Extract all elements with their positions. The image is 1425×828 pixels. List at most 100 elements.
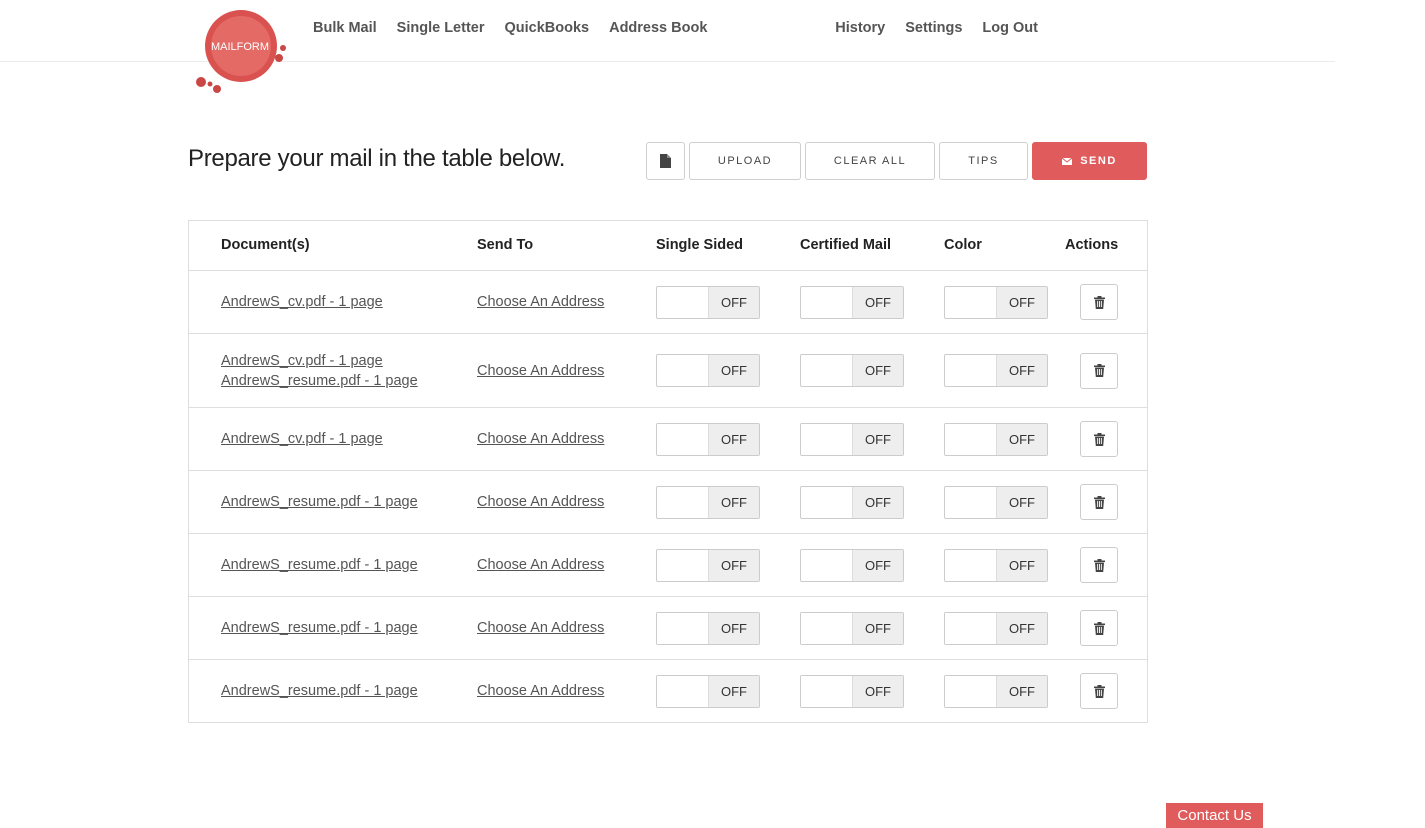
- header-send-to: Send To: [477, 237, 534, 253]
- trash-icon: [1093, 364, 1105, 377]
- choose-address-link[interactable]: Choose An Address: [477, 431, 604, 447]
- single-sided-toggle[interactable]: OFF: [656, 674, 760, 708]
- toggle-state: OFF: [853, 612, 903, 644]
- send-to-cell: Choose An Address: [477, 271, 604, 333]
- documents-cell: AndrewS_resume.pdf - 1 page: [221, 471, 418, 533]
- mailform-logo[interactable]: MAILFORM: [193, 4, 291, 96]
- document-link[interactable]: AndrewS_cv.pdf - 1 page: [221, 294, 383, 310]
- toggle-state: OFF: [853, 423, 903, 455]
- color-toggle[interactable]: OFF: [944, 674, 1048, 708]
- toggle-state: OFF: [997, 355, 1047, 386]
- upload-button[interactable]: UPLOAD: [689, 142, 801, 180]
- table-row: AndrewS_resume.pdf - 1 page Choose An Ad…: [189, 660, 1147, 722]
- document-link[interactable]: AndrewS_resume.pdf - 1 page: [221, 557, 418, 573]
- toggle-knob: [801, 355, 853, 386]
- color-toggle[interactable]: OFF: [944, 285, 1048, 319]
- single-sided-toggle[interactable]: OFF: [656, 285, 760, 319]
- nav-history[interactable]: History: [835, 20, 885, 36]
- document-link[interactable]: AndrewS_cv.pdf - 1 page: [221, 353, 383, 369]
- single-sided-toggle[interactable]: OFF: [656, 611, 760, 645]
- mail-table: Document(s) Send To Single Sided Certifi…: [188, 220, 1148, 723]
- document-link[interactable]: AndrewS_resume.pdf - 1 page: [221, 683, 418, 699]
- certified-mail-toggle[interactable]: OFF: [800, 485, 904, 519]
- nav-log-out[interactable]: Log Out: [982, 20, 1038, 36]
- send-button[interactable]: SEND: [1032, 142, 1147, 180]
- delete-row-button[interactable]: [1080, 547, 1118, 583]
- color-toggle[interactable]: OFF: [944, 548, 1048, 582]
- toggle-state: OFF: [709, 549, 759, 581]
- document-link[interactable]: AndrewS_resume.pdf - 1 page: [221, 494, 418, 510]
- toggle-knob: [801, 549, 853, 581]
- documents-cell: AndrewS_cv.pdf - 1 page: [221, 408, 383, 470]
- delete-row-button[interactable]: [1080, 610, 1118, 646]
- document-link[interactable]: AndrewS_cv.pdf - 1 page: [221, 431, 383, 447]
- nav-quickbooks[interactable]: QuickBooks: [504, 20, 589, 36]
- certified-mail-toggle[interactable]: OFF: [800, 611, 904, 645]
- toggle-knob: [801, 612, 853, 644]
- certified-mail-toggle[interactable]: OFF: [800, 548, 904, 582]
- nav-address-book[interactable]: Address Book: [609, 20, 707, 36]
- document-link[interactable]: AndrewS_resume.pdf - 1 page: [221, 373, 418, 389]
- table-row: AndrewS_cv.pdf - 1 page Choose An Addres…: [189, 271, 1147, 334]
- choose-address-link[interactable]: Choose An Address: [477, 620, 604, 636]
- color-toggle[interactable]: OFF: [944, 611, 1048, 645]
- table-row: AndrewS_resume.pdf - 1 page Choose An Ad…: [189, 534, 1147, 597]
- table-row: AndrewS_cv.pdf - 1 page AndrewS_resume.pd…: [189, 334, 1147, 408]
- single-sided-toggle[interactable]: OFF: [656, 354, 760, 387]
- documents-cell: AndrewS_resume.pdf - 1 page: [221, 534, 418, 596]
- tips-button[interactable]: TIPS: [939, 142, 1028, 180]
- toggle-knob: [657, 549, 709, 581]
- toggle-state: OFF: [853, 549, 903, 581]
- color-toggle[interactable]: OFF: [944, 422, 1048, 456]
- toggle-knob: [945, 423, 997, 455]
- toggle-state: OFF: [853, 286, 903, 318]
- send-to-cell: Choose An Address: [477, 334, 604, 407]
- toggle-knob: [945, 355, 997, 386]
- delete-row-button[interactable]: [1080, 484, 1118, 520]
- toggle-knob: [657, 423, 709, 455]
- toggle-state: OFF: [709, 355, 759, 386]
- contact-us-button[interactable]: Contact Us: [1166, 803, 1263, 828]
- delete-row-button[interactable]: [1080, 352, 1118, 389]
- clear-all-button[interactable]: CLEAR ALL: [805, 142, 935, 180]
- delete-row-button[interactable]: [1080, 673, 1118, 709]
- certified-mail-toggle[interactable]: OFF: [800, 674, 904, 708]
- single-sided-toggle[interactable]: OFF: [656, 422, 760, 456]
- toggle-knob: [945, 612, 997, 644]
- table-row: AndrewS_resume.pdf - 1 page Choose An Ad…: [189, 597, 1147, 660]
- color-toggle[interactable]: OFF: [944, 354, 1048, 387]
- table-body: AndrewS_cv.pdf - 1 page Choose An Addres…: [189, 271, 1147, 722]
- delete-row-button[interactable]: [1080, 284, 1118, 320]
- page-heading: Prepare your mail in the table below.: [188, 145, 566, 172]
- color-toggle[interactable]: OFF: [944, 485, 1048, 519]
- toggle-knob: [657, 286, 709, 318]
- header-certified-mail: Certified Mail: [800, 237, 892, 253]
- send-to-cell: Choose An Address: [477, 534, 604, 596]
- nav-settings[interactable]: Settings: [905, 20, 962, 36]
- nav-single-letter[interactable]: Single Letter: [397, 20, 485, 36]
- documents-cell: AndrewS_cv.pdf - 1 page: [221, 271, 383, 333]
- choose-address-link[interactable]: Choose An Address: [477, 683, 604, 699]
- single-sided-toggle[interactable]: OFF: [656, 485, 760, 519]
- add-document-button[interactable]: [646, 142, 685, 180]
- header-actions: Actions: [1065, 237, 1119, 253]
- single-sided-toggle[interactable]: OFF: [656, 548, 760, 582]
- document-link[interactable]: AndrewS_resume.pdf - 1 page: [221, 620, 418, 636]
- toggle-knob: [657, 355, 709, 386]
- certified-mail-toggle[interactable]: OFF: [800, 422, 904, 456]
- delete-row-button[interactable]: [1080, 421, 1118, 457]
- nav-bulk-mail[interactable]: Bulk Mail: [313, 20, 377, 36]
- choose-address-link[interactable]: Choose An Address: [477, 294, 604, 310]
- top-navbar: MAILFORM Bulk Mail Single Letter QuickBo…: [0, 0, 1335, 93]
- certified-mail-toggle[interactable]: OFF: [800, 285, 904, 319]
- toggle-state: OFF: [709, 286, 759, 318]
- choose-address-link[interactable]: Choose An Address: [477, 557, 604, 573]
- toggle-knob: [801, 675, 853, 707]
- toggle-state: OFF: [853, 486, 903, 518]
- choose-address-link[interactable]: Choose An Address: [477, 363, 604, 379]
- trash-icon: [1093, 621, 1105, 635]
- toggle-state: OFF: [709, 486, 759, 518]
- toggle-knob: [945, 486, 997, 518]
- certified-mail-toggle[interactable]: OFF: [800, 354, 904, 387]
- choose-address-link[interactable]: Choose An Address: [477, 494, 604, 510]
